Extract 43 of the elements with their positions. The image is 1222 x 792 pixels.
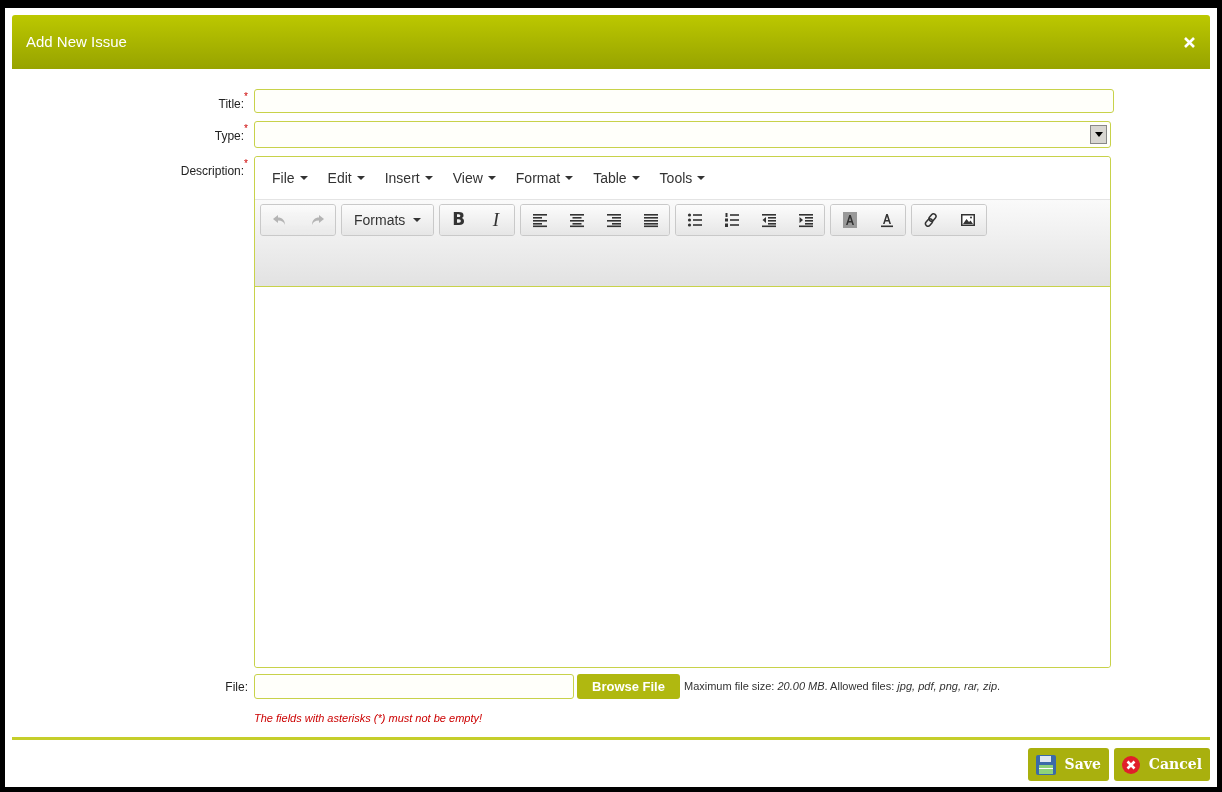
close-icon xyxy=(1183,36,1195,48)
field-label: File: xyxy=(225,678,248,696)
text-color-button[interactable] xyxy=(868,205,906,235)
bullet-list-icon xyxy=(686,212,703,228)
numbered-list-icon xyxy=(723,212,740,228)
field-label: Type: xyxy=(214,128,245,145)
field-label: Description: xyxy=(180,163,245,180)
bullet-list-button[interactable] xyxy=(676,205,714,235)
align-left-button[interactable] xyxy=(521,205,559,235)
menu-item[interactable]: Insert xyxy=(375,167,442,189)
formats-dropdown[interactable]: Formats xyxy=(342,205,434,235)
field-label: Title: xyxy=(218,96,245,113)
align-right-icon xyxy=(605,212,622,228)
title-input[interactable] xyxy=(254,89,1114,113)
text-color-icon xyxy=(878,212,895,228)
dialog-title: Add New Issue xyxy=(26,31,127,52)
menu-item[interactable]: View xyxy=(443,167,505,189)
menu-item[interactable]: Table xyxy=(584,167,649,189)
required-asterisk: * xyxy=(244,92,248,102)
indent-icon xyxy=(797,212,814,228)
link-icon xyxy=(922,212,939,228)
link-button[interactable] xyxy=(912,205,950,235)
menu-item[interactable]: File xyxy=(263,167,317,189)
justify-button[interactable] xyxy=(632,205,670,235)
cancel-icon xyxy=(1121,755,1140,774)
menu-item[interactable]: Format xyxy=(506,167,583,189)
justify-icon xyxy=(642,212,659,228)
file-upload-note: Maximum file size: 20.00 MB. Allowed files: jpg, pdf, png, rar, zip. xyxy=(683,679,1001,695)
background-color-icon xyxy=(841,212,858,228)
required-asterisk: * xyxy=(244,124,248,134)
menu-item[interactable]: Tools xyxy=(650,167,715,189)
file-path-input[interactable] xyxy=(254,674,574,699)
bold-button[interactable]: B xyxy=(440,205,478,235)
italic-button[interactable]: I xyxy=(477,205,515,235)
image-button[interactable] xyxy=(949,205,987,235)
align-left-icon xyxy=(531,212,548,228)
validation-error-message: The fields with asterisks (*) must not be empty! xyxy=(254,712,483,724)
outdent-icon xyxy=(760,212,777,228)
align-center-icon xyxy=(568,212,585,228)
image-icon xyxy=(959,212,976,228)
required-asterisk: * xyxy=(244,159,248,169)
menu-item[interactable]: Edit xyxy=(318,167,374,189)
indent-button[interactable] xyxy=(787,205,825,235)
